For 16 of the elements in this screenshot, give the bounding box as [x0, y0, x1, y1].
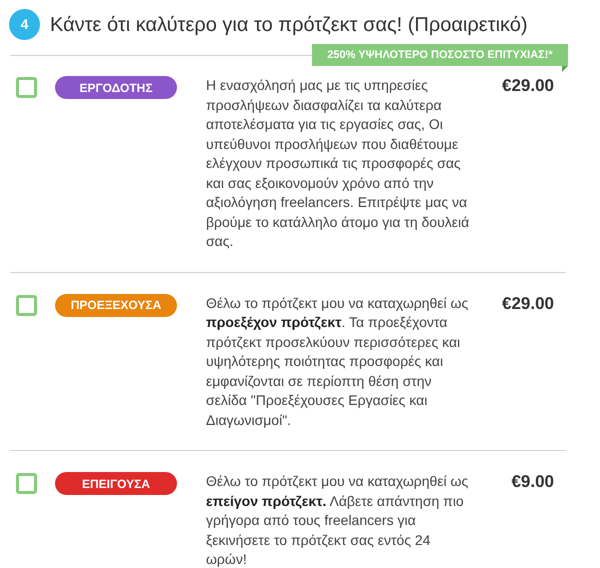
checkbox[interactable] [16, 473, 37, 494]
ribbon-fold-icon [562, 66, 568, 72]
description-text: Θέλω το πρότζεκτ μου να καταχωρηθεί ως επείγον πρότζεκτ. Λάβετε απάντηση πιο γρήγορα από τους freelancers για ξεκινήσετε το πρότζεκτ σας εντός 24 ωρών! [206, 472, 470, 568]
tag-badge: ΕΡΓΟΔΟΤΗΣ [55, 76, 177, 99]
description-text: Θέλω το πρότζεκτ μου να καταχωρηθεί ως προεξέχον πρότζεκτ. Τα προεξέχοντα πρότζεκτ προσελκύουν περισσότερες και υψηλότερης ποιότητας προσφορές και εμφανίζονται σε περίοπτη θέση στην σελίδα "Προεξέχουσες Εργασίες και Διαγωνισμοί". [206, 294, 470, 430]
tag-badge: ΠΡΟΕΞΕΧΟΥΣΑ [55, 294, 177, 316]
price-text: €29.00 [502, 294, 554, 314]
ribbon-banner: 250% ΥΨΗΛΟΤΕΡΟ ΠΟΣΟΣΤΟ ΕΠΙΤΥΧΙΑΣ!* [312, 44, 568, 66]
price-text: €29.00 [502, 76, 554, 96]
description-text: Η ενασχόλησή μας με τις υπηρεσίες προσλήψεων διασφαλίζει τα καλύτερα αποτελέσματα για τις εργασίες σας, Οι υπεύθυνοι προσλήψεων που διαθέτουμε ελέγχουν προσωπικά τις προσφορές σας και σας εξοικονομούν χρόνο από την αξιολόγηση freelancers. Επιτρέψτε μας να βρούμε το κατάλληλο άτομο για τη δουλειά σας. [206, 76, 470, 251]
tag-badge: ΕΠΕΙΓΟΥΣΑ [55, 472, 177, 495]
checkbox[interactable] [16, 294, 37, 316]
step-number-badge: 4 [9, 9, 40, 40]
price-text: €9.00 [511, 472, 554, 492]
section-title: Κάντε ότι καλύτερο για το πρότζεκτ σας! (Προαιρετικό) [50, 12, 528, 38]
checkbox[interactable] [16, 77, 37, 98]
